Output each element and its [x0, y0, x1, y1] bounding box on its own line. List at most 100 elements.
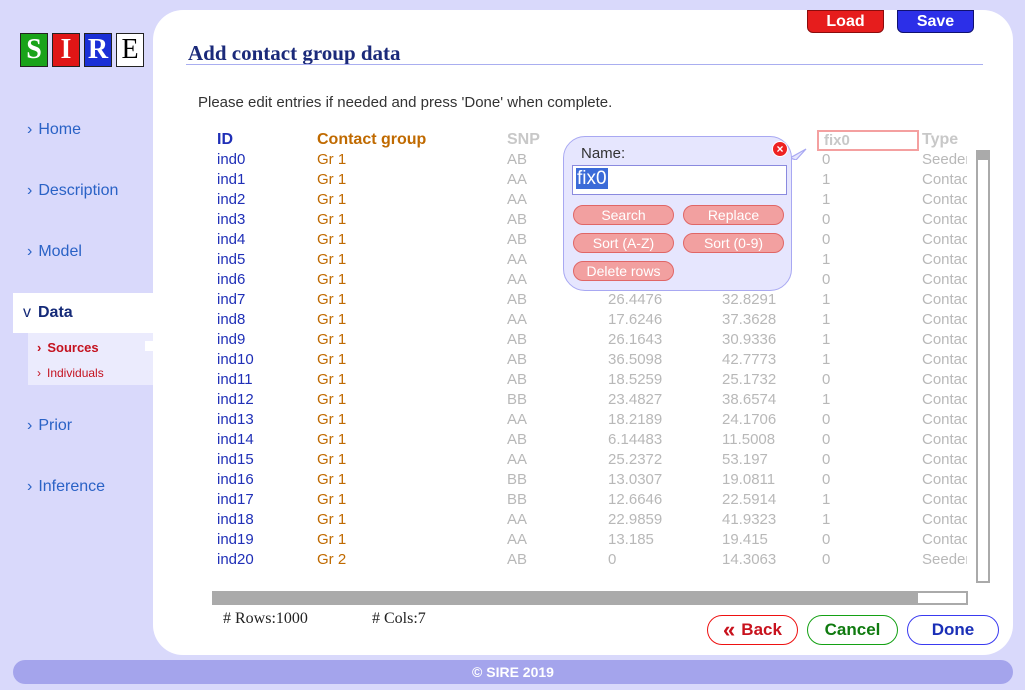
cell-value-1[interactable]: 18.2189: [608, 411, 662, 428]
cell-fix0[interactable]: 1: [822, 191, 830, 208]
cell-fix0[interactable]: 1: [822, 511, 830, 528]
cell-id[interactable]: ind2: [217, 191, 245, 208]
cell-contact-group[interactable]: Gr 1: [317, 191, 346, 208]
cell-contact-group[interactable]: Gr 1: [317, 311, 346, 328]
cell-fix0[interactable]: 1: [822, 491, 830, 508]
cell-type[interactable]: Contact: [922, 191, 967, 208]
delete-rows-button[interactable]: Delete rows: [573, 261, 674, 281]
cell-id[interactable]: ind10: [217, 351, 254, 368]
cell-fix0[interactable]: 1: [822, 311, 830, 328]
cell-type[interactable]: Contact: [922, 231, 967, 248]
cell-type[interactable]: Contact: [922, 171, 967, 188]
cell-value-2[interactable]: 53.197: [722, 451, 768, 468]
cell-id[interactable]: ind16: [217, 471, 254, 488]
cell-type[interactable]: Contact: [922, 391, 967, 408]
cell-fix0[interactable]: 0: [822, 271, 830, 288]
cell-contact-group[interactable]: Gr 1: [317, 271, 346, 288]
cell-type[interactable]: Contact: [922, 291, 967, 308]
cell-snp[interactable]: AB: [507, 371, 527, 388]
cell-type[interactable]: Contact: [922, 331, 967, 348]
cell-id[interactable]: ind9: [217, 331, 245, 348]
table-row[interactable]: ind15 Gr 1 AA 25.2372 53.197 0 Contact: [217, 451, 967, 471]
cancel-button[interactable]: Cancel: [807, 615, 898, 645]
cell-snp[interactable]: AA: [507, 451, 527, 468]
cell-snp[interactable]: AB: [507, 331, 527, 348]
cell-snp[interactable]: AB: [507, 291, 527, 308]
cell-id[interactable]: ind12: [217, 391, 254, 408]
cell-id[interactable]: ind0: [217, 151, 245, 168]
cell-value-1[interactable]: 6.14483: [608, 431, 662, 448]
cell-value-2[interactable]: 25.1732: [722, 371, 776, 388]
column-header-fix0[interactable]: fix0: [817, 130, 919, 151]
cell-type[interactable]: Contact: [922, 251, 967, 268]
cell-value-2[interactable]: 24.1706: [722, 411, 776, 428]
cell-contact-group[interactable]: Gr 1: [317, 391, 346, 408]
cell-value-2[interactable]: 14.3063: [722, 551, 776, 568]
cell-id[interactable]: ind1: [217, 171, 245, 188]
cell-value-1[interactable]: 13.185: [608, 531, 654, 548]
nav-data[interactable]: v Data: [13, 293, 153, 333]
cell-type[interactable]: Contact: [922, 451, 967, 468]
cell-id[interactable]: ind5: [217, 251, 245, 268]
table-row[interactable]: ind12 Gr 1 BB 23.4827 38.6574 1 Contact: [217, 391, 967, 411]
column-header-contact-group[interactable]: Contact group: [317, 131, 426, 149]
table-row[interactable]: ind16 Gr 1 BB 13.0307 19.0811 0 Contact: [217, 471, 967, 491]
cell-id[interactable]: ind15: [217, 451, 254, 468]
cell-value-1[interactable]: 13.0307: [608, 471, 662, 488]
cell-contact-group[interactable]: Gr 1: [317, 251, 346, 268]
vertical-scroll-thumb[interactable]: [978, 152, 988, 160]
cell-value-2[interactable]: 37.3628: [722, 311, 776, 328]
table-row[interactable]: ind9 Gr 1 AB 26.1643 30.9336 1 Contact: [217, 331, 967, 351]
cell-contact-group[interactable]: Gr 1: [317, 411, 346, 428]
cell-fix0[interactable]: 1: [822, 171, 830, 188]
cell-snp[interactable]: AA: [507, 531, 527, 548]
search-button[interactable]: Search: [573, 205, 674, 225]
cell-contact-group[interactable]: Gr 1: [317, 451, 346, 468]
cell-value-1[interactable]: 22.9859: [608, 511, 662, 528]
table-row[interactable]: ind18 Gr 1 AA 22.9859 41.9323 1 Contact: [217, 511, 967, 531]
cell-fix0[interactable]: 0: [822, 431, 830, 448]
table-row[interactable]: ind13 Gr 1 AA 18.2189 24.1706 0 Contact: [217, 411, 967, 431]
cell-id[interactable]: ind19: [217, 531, 254, 548]
cell-contact-group[interactable]: Gr 2: [317, 551, 346, 568]
cell-snp[interactable]: AB: [507, 231, 527, 248]
cell-snp[interactable]: AB: [507, 151, 527, 168]
cell-fix0[interactable]: 0: [822, 151, 830, 168]
cell-id[interactable]: ind13: [217, 411, 254, 428]
cell-id[interactable]: ind8: [217, 311, 245, 328]
cell-type[interactable]: Contact: [922, 311, 967, 328]
nav-inference[interactable]: › Inference: [27, 478, 105, 496]
cell-id[interactable]: ind6: [217, 271, 245, 288]
cell-contact-group[interactable]: Gr 1: [317, 491, 346, 508]
cell-snp[interactable]: AA: [507, 191, 527, 208]
cell-value-1[interactable]: 17.6246: [608, 311, 662, 328]
cell-id[interactable]: ind14: [217, 431, 254, 448]
cell-type[interactable]: Contact: [922, 491, 967, 508]
column-name-input[interactable]: fix0: [572, 165, 787, 195]
cell-snp[interactable]: AB: [507, 211, 527, 228]
table-row[interactable]: ind8 Gr 1 AA 17.6246 37.3628 1 Contact: [217, 311, 967, 331]
save-button[interactable]: Save: [897, 10, 974, 33]
cell-id[interactable]: ind17: [217, 491, 254, 508]
cell-contact-group[interactable]: Gr 1: [317, 331, 346, 348]
cell-value-1[interactable]: 18.5259: [608, 371, 662, 388]
cell-fix0[interactable]: 1: [822, 391, 830, 408]
cell-id[interactable]: ind18: [217, 511, 254, 528]
cell-fix0[interactable]: 1: [822, 331, 830, 348]
cell-value-1[interactable]: 36.5098: [608, 351, 662, 368]
cell-value-1[interactable]: 26.1643: [608, 331, 662, 348]
cell-type[interactable]: Seeder: [922, 551, 967, 568]
cell-value-1[interactable]: 0: [608, 551, 616, 568]
cell-contact-group[interactable]: Gr 1: [317, 431, 346, 448]
column-header-type[interactable]: Type: [922, 131, 958, 149]
replace-button[interactable]: Replace: [683, 205, 784, 225]
cell-snp[interactable]: AB: [507, 431, 527, 448]
nav-prior[interactable]: › Prior: [27, 417, 72, 435]
close-icon[interactable]: ×: [772, 141, 788, 157]
cell-type[interactable]: Contact: [922, 511, 967, 528]
table-row[interactable]: ind11 Gr 1 AB 18.5259 25.1732 0 Contact: [217, 371, 967, 391]
cell-contact-group[interactable]: Gr 1: [317, 351, 346, 368]
cell-type[interactable]: Contact: [922, 411, 967, 428]
cell-snp[interactable]: AA: [507, 251, 527, 268]
cell-snp[interactable]: AA: [507, 511, 527, 528]
